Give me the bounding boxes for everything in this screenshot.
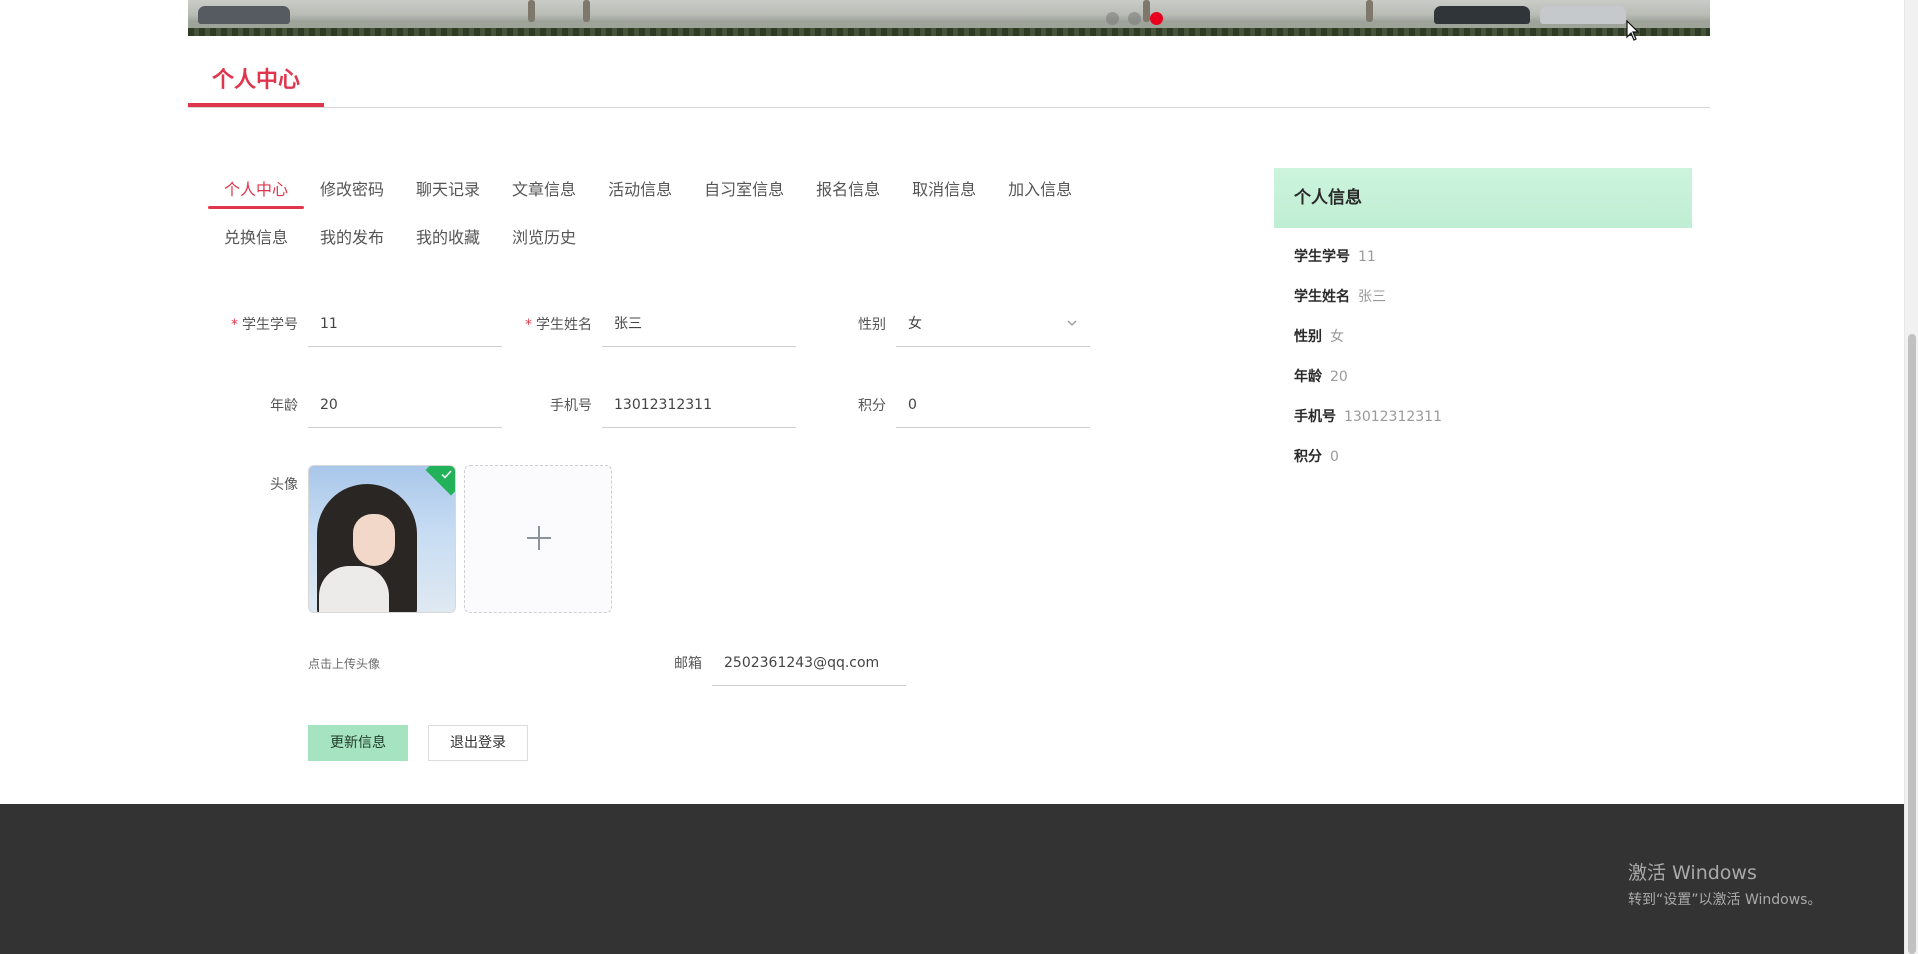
info-panel-title: 个人信息 [1274,168,1692,228]
gender-value: 女 [908,316,922,332]
plus-icon [527,526,551,550]
banner-pedestrian [528,0,535,22]
check-icon [441,470,452,479]
email-label: 邮箱 [674,656,702,672]
points-input[interactable]: 0 [896,382,1090,428]
info-key: 年龄 [1294,369,1322,385]
watermark-line2: 转到“设置”以激活 Windows。 [1628,892,1822,908]
banner-pedestrian [1366,0,1373,22]
student-name-label-text: 学生姓名 [536,317,592,333]
page-footer [0,804,1904,954]
info-key: 手机号 [1294,409,1336,425]
upload-hint: 点击上传头像 [308,657,381,671]
tab-row: 个人中心 修改密码 聊天记录 文章信息 活动信息 自习室信息 报名信息 取消信息… [208,172,1088,220]
avatar-image-face [353,514,395,566]
required-mark: * [525,317,532,333]
info-row-phone: 手机号 13012312311 [1274,397,1692,437]
student-id-input[interactable]: 11 [308,301,502,347]
required-mark: * [231,317,238,333]
points-label: 积分 [858,398,886,414]
info-value: 女 [1330,329,1344,345]
windows-activation-watermark: 激活 Windows 转到“设置”以激活 Windows。 [1628,858,1821,909]
tab-articles[interactable]: 文章信息 [496,172,592,216]
student-name-field: * 学生姓名 张三 [502,301,796,347]
tab-activities[interactable]: 活动信息 [592,172,688,216]
age-input[interactable]: 20 [308,382,502,428]
age-label: 年龄 [270,398,298,414]
points-field: 积分 0 [796,382,1090,428]
email-field: 邮箱 2502361243@qq.com [612,640,906,686]
info-value: 13012312311 [1344,409,1442,425]
tab-study-rooms[interactable]: 自习室信息 [688,172,800,216]
gender-select[interactable]: 女 [896,301,1090,347]
avatar-field: 头像 [208,462,308,506]
mouse-cursor-icon [1626,20,1640,41]
info-row-gender: 性别女 [1274,317,1692,357]
info-row-age: 年龄 20 [1274,357,1692,397]
personal-info-panel: 个人信息 学生学号 11 学生姓名 张三 性别女 年龄 20 手机号 130123123… [1274,168,1692,477]
tab-cancellations[interactable]: 取消信息 [896,172,992,216]
phone-field: 手机号 13012312311 [502,382,796,428]
carousel-dot[interactable] [1128,12,1141,25]
tab-my-posts[interactable]: 我的发布 [304,220,400,264]
student-id-field: * 学生学号 11 [208,301,502,347]
age-field: 年龄 20 [208,382,502,428]
update-info-button[interactable]: 更新信息 [308,725,408,761]
info-row-points: 积分 0 [1274,437,1692,477]
info-row-student-id: 学生学号 11 [1274,237,1692,277]
student-id-label: * 学生学号 [208,314,308,334]
scrollbar-thumb[interactable] [1908,334,1916,954]
info-value: 11 [1358,249,1376,265]
logout-button[interactable]: 退出登录 [428,725,528,761]
info-key: 学生姓名 [1294,289,1350,305]
gender-field: 性别 女 [796,301,1090,347]
page: 个人中心 个人中心 修改密码 聊天记录 文章信息 活动信息 自习室信息 报名信息… [0,0,1918,954]
banner-carousel[interactable] [188,0,1710,36]
student-name-label: * 学生姓名 [502,314,602,334]
gender-label: 性别 [858,317,886,333]
tab-joins[interactable]: 加入信息 [992,172,1088,216]
info-value: 0 [1330,449,1339,465]
tab-chat-history[interactable]: 聊天记录 [400,172,496,216]
tab-registrations[interactable]: 报名信息 [800,172,896,216]
tab-exchanges[interactable]: 兑换信息 [208,220,304,264]
title-bar: 个人中心 [188,58,1710,108]
avatar-thumbnail[interactable] [308,465,456,613]
tab-row: 兑换信息 我的发布 我的收藏 浏览历史 [208,220,1088,268]
phone-label: 手机号 [550,398,592,414]
tab-browse-history[interactable]: 浏览历史 [496,220,592,264]
carousel-dot-active[interactable] [1150,12,1163,25]
banner-hedge [188,28,1710,36]
tab-change-password[interactable]: 修改密码 [304,172,400,216]
carousel-dot[interactable] [1106,12,1119,25]
info-value: 张三 [1358,289,1386,305]
student-name-input[interactable]: 张三 [602,301,796,347]
carousel-indicators [1106,12,1163,25]
email-input[interactable]: 2502361243@qq.com [712,640,906,686]
info-key: 积分 [1294,449,1322,465]
banner-car [1540,6,1626,24]
profile-tabs: 个人中心 修改密码 聊天记录 文章信息 活动信息 自习室信息 报名信息 取消信息… [208,172,1088,268]
avatar-image-body [319,566,389,612]
chevron-down-icon [1067,320,1077,326]
phone-input[interactable]: 13012312311 [602,382,796,428]
banner-pedestrian [583,0,590,22]
tab-my-favorites[interactable]: 我的收藏 [400,220,496,264]
banner-car [198,6,290,24]
page-title: 个人中心 [188,68,324,107]
info-value: 20 [1330,369,1348,385]
avatar-upload-button[interactable] [464,465,612,613]
banner-car [1434,6,1530,24]
info-key: 性别 [1294,329,1322,345]
info-key: 学生学号 [1294,249,1350,265]
info-row-student-name: 学生姓名 张三 [1274,277,1692,317]
page-scrollbar[interactable] [1904,0,1918,954]
tab-personal-center[interactable]: 个人中心 [208,172,305,216]
avatar-label: 头像 [270,477,298,493]
student-id-label-text: 学生学号 [242,317,298,333]
watermark-line1: 激活 Windows [1628,862,1757,884]
